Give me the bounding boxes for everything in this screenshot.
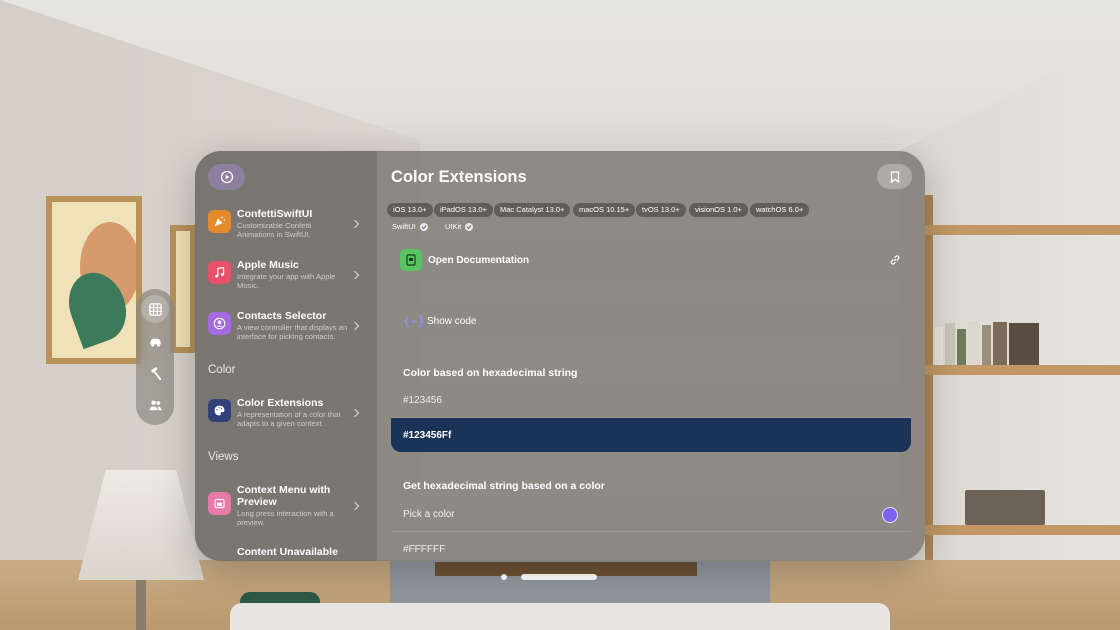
preview-icon: [208, 492, 231, 515]
sidebar-item-subtitle: A view controller that displays an inter…: [237, 323, 348, 341]
tab-tools[interactable]: [141, 359, 169, 387]
sidebar-item-confettiswiftui[interactable]: ConfettiSwiftUI Customizable Confetti An…: [208, 208, 368, 239]
color-picker-row[interactable]: Pick a color: [391, 498, 911, 532]
sidebar-item-color-extensions[interactable]: Color Extensions A representation of a c…: [208, 397, 368, 428]
grid-table-icon: [148, 302, 162, 316]
chevron-right-icon: [350, 408, 360, 417]
sofa: [230, 603, 890, 630]
lamp-base: [136, 580, 146, 630]
platform-chip: macOS 10.15+: [573, 203, 636, 217]
person-icon: [208, 312, 231, 335]
code-brackets-icon: {-}: [403, 314, 425, 328]
music-note-icon: [208, 261, 231, 284]
sidebar-item-title: ConfettiSwiftUI: [237, 208, 313, 220]
framework-uikit: UIKit: [445, 222, 474, 231]
section-color-to-hex: Get hexadecimal string based on a color: [403, 480, 605, 492]
framework-swiftui: SwiftUI: [392, 222, 428, 231]
hex-result-row[interactable]: #123456Ff: [391, 418, 911, 452]
page-title: Color Extensions: [391, 168, 527, 186]
app-window: ConfettiSwiftUI Customizable Confetti An…: [195, 151, 925, 561]
platform-chip: Mac Catalyst 13.0+: [494, 203, 571, 217]
window-close-dot[interactable]: [501, 574, 507, 580]
open-documentation-button[interactable]: Open Documentation: [391, 243, 911, 277]
platform-chip: iOS 13.0+: [387, 203, 433, 217]
color-well[interactable]: [882, 507, 898, 523]
play-circle-icon: [220, 170, 233, 184]
hammer-icon: [150, 366, 161, 380]
color-result-row: #FFFFFF: [391, 532, 911, 561]
sidebar: ConfettiSwiftUI Customizable Confetti An…: [195, 151, 377, 561]
chevron-right-icon: [350, 321, 360, 330]
open-documentation-label: Open Documentation: [428, 254, 530, 266]
chevron-right-icon: [350, 270, 360, 279]
platform-chip: watchOS 6.0+: [750, 203, 810, 217]
pick-color-label: Pick a color: [403, 509, 455, 520]
tab-catalog[interactable]: [141, 295, 169, 323]
palette-icon: [208, 399, 231, 422]
people-icon: [148, 399, 162, 410]
platform-chip: iPadOS 13.0+: [434, 203, 493, 217]
bookmark-icon: [890, 170, 899, 183]
sidebar-item-title: Context Menu with Preview: [237, 484, 331, 508]
sidebar-item-subtitle: A representation of a color that adapts …: [237, 410, 341, 428]
sidebar-item-title: Contacts Selector: [237, 310, 327, 322]
bookmark-button[interactable]: [877, 164, 912, 189]
party-popper-icon: [208, 210, 231, 233]
documentation-icon: [400, 249, 422, 271]
hex-input-field[interactable]: #123456: [391, 384, 911, 418]
sidebar-section-color: Color: [208, 364, 236, 376]
sidebar-item-title: Color Extensions: [237, 397, 324, 409]
sidebar-section-views: Views: [208, 451, 239, 463]
window-grabber[interactable]: [521, 574, 597, 580]
show-code-label: Show code: [427, 315, 477, 327]
sidebar-item-title: Apple Music: [237, 259, 299, 271]
tab-cars[interactable]: [141, 327, 169, 355]
link-icon: [890, 255, 900, 265]
show-code-button[interactable]: {-} Show code: [391, 304, 911, 338]
tab-people[interactable]: [141, 391, 169, 419]
sidebar-item-contacts-selector[interactable]: Contacts Selector A view controller that…: [208, 310, 368, 341]
sidebar-item-subtitle: Integrate your app with Apple Music.: [237, 272, 336, 290]
checkmark-icon: [419, 222, 428, 231]
sidebar-item-apple-music[interactable]: Apple Music Integrate your app with Appl…: [208, 259, 368, 290]
sidebar-item-subtitle: Customizable Confetti Animations in Swif…: [237, 221, 312, 239]
chevron-right-icon: [350, 219, 360, 228]
framework-label: UIKit: [445, 222, 462, 231]
sidebar-item-title: Content Unavailable: [237, 546, 338, 558]
platform-chip: visionOS 1.0+: [689, 203, 748, 217]
section-hex-to-color: Color based on hexadecimal string: [403, 367, 578, 379]
platform-chip: tvOS 13.0+: [636, 203, 686, 217]
checkmark-icon: [465, 222, 474, 231]
framework-label: SwiftUI: [392, 222, 416, 231]
tab-bar: [136, 289, 174, 425]
sidebar-toggle-button[interactable]: [208, 164, 245, 190]
cars-icon: [149, 338, 161, 347]
detail-pane: Color Extensions iOS 13.0+ iPadOS 13.0+ …: [377, 151, 925, 561]
sidebar-item-subtitle: Long press interaction with a preview.: [237, 509, 334, 527]
wall-painting: [46, 196, 142, 364]
sidebar-item-content-unavailable[interactable]: Content Unavailable: [208, 546, 368, 558]
sidebar-item-context-menu[interactable]: Context Menu with Preview Long press int…: [208, 484, 368, 527]
chevron-right-icon: [350, 501, 360, 510]
